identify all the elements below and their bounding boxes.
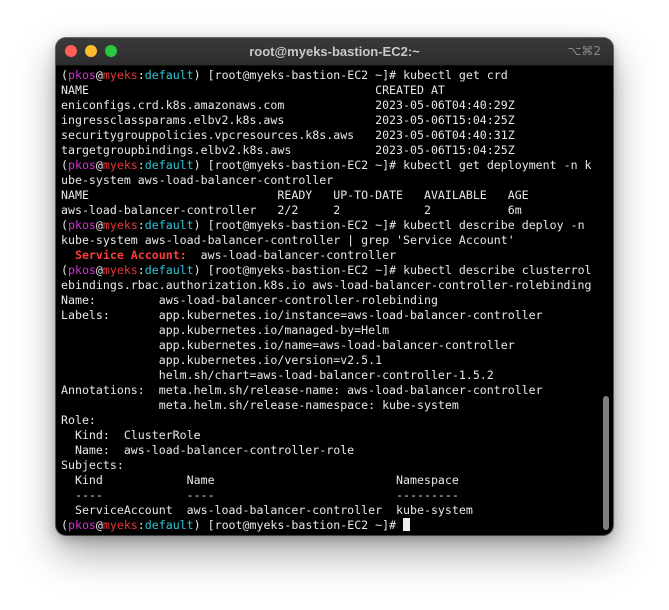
prompt-namespace: default: [144, 68, 194, 82]
output-line: ServiceAccount aws-load-balancer-control…: [61, 503, 473, 517]
title-bar[interactable]: root@myeks-bastion-EC2:~ ⌥⌘2: [56, 38, 613, 66]
output-line: eniconfigs.crd.k8s.amazonaws.com 2023-05…: [61, 98, 515, 112]
prompt-colon: :: [137, 263, 145, 277]
prompt-open: (: [61, 263, 68, 277]
output-line: NAME READY UP-TO-DATE AVAILABLE AGE: [61, 188, 529, 202]
prompt-open: (: [61, 158, 68, 172]
command-text: kubectl get deployment -n k: [403, 158, 592, 172]
prompt-rest: ) [root@myeks-bastion-EC2 ~]#: [193, 158, 404, 172]
scrollbar[interactable]: [603, 396, 609, 530]
prompt-host: myeks: [102, 158, 138, 172]
output-line: NAME CREATED AT: [61, 83, 445, 97]
prompt-host: myeks: [102, 218, 138, 232]
output-line: Annotations: meta.helm.sh/release-name: …: [61, 383, 543, 397]
prompt-user: pkos: [67, 518, 96, 532]
prompt-colon: :: [137, 218, 145, 232]
prompt-rest: ) [root@myeks-bastion-EC2 ~]#: [193, 218, 404, 232]
command-text: kubectl describe clusterrol: [403, 263, 592, 277]
prompt-namespace: default: [144, 263, 194, 277]
prompt-open: (: [61, 68, 68, 82]
prompt-colon: :: [137, 518, 145, 532]
prompt-line: (pkos@myeks:default) [root@myeks-bastion…: [61, 158, 601, 173]
prompt-at: @: [95, 158, 103, 172]
output-line: Subjects:: [61, 458, 124, 472]
output-line: securitygrouppolicies.vpcresources.k8s.a…: [61, 128, 515, 142]
output-line: Labels: app.kubernetes.io/instance=aws-l…: [61, 308, 543, 322]
output-line: ube-system aws-load-balancer-controller: [61, 173, 334, 187]
output-line: app.kubernetes.io/version=v2.5.1: [61, 353, 383, 367]
prompt-colon: :: [137, 68, 145, 82]
prompt-rest: ) [root@myeks-bastion-EC2 ~]#: [193, 68, 404, 82]
terminal-window: root@myeks-bastion-EC2:~ ⌥⌘2 (pkos@myeks…: [56, 38, 613, 535]
output-line: app.kubernetes.io/managed-by=Helm: [61, 323, 390, 337]
output-line: ---- ---- ---------: [61, 488, 459, 502]
prompt-open: (: [61, 518, 68, 532]
prompt-user: pkos: [67, 263, 96, 277]
prompt-at: @: [95, 68, 103, 82]
window-title: root@myeks-bastion-EC2:~: [249, 44, 420, 59]
prompt-rest: ) [root@myeks-bastion-EC2 ~]#: [193, 518, 404, 532]
prompt-rest: ) [root@myeks-bastion-EC2 ~]#: [193, 263, 404, 277]
output-line: ebindings.rbac.authorization.k8s.io aws-…: [61, 278, 592, 292]
output-line: Role:: [61, 413, 96, 427]
prompt-user: pkos: [67, 158, 96, 172]
prompt-at: @: [95, 518, 103, 532]
service-account-label: Service Account:: [74, 248, 187, 262]
service-account-value: aws-load-balancer-controller: [186, 248, 397, 262]
prompt-line: (pkos@myeks:default) [root@myeks-bastion…: [61, 518, 601, 533]
terminal-output[interactable]: (pkos@myeks:default) [root@myeks-bastion…: [61, 68, 601, 535]
prompt-line: (pkos@myeks:default) [root@myeks-bastion…: [61, 68, 601, 83]
prompt-open: (: [61, 218, 68, 232]
command-text: kubectl describe deploy -n: [403, 218, 585, 232]
prompt-host: myeks: [102, 263, 138, 277]
prompt-line: (pkos@myeks:default) [root@myeks-bastion…: [61, 218, 601, 233]
output-line: kube-system aws-load-balancer-controller…: [61, 233, 515, 247]
prompt-line: (pkos@myeks:default) [root@myeks-bastion…: [61, 263, 601, 278]
output-line: aws-load-balancer-controller 2/2 2 2 6m: [61, 203, 522, 217]
output-line: Name: aws-load-balancer-controller-roleb…: [61, 293, 438, 307]
prompt-colon: :: [137, 158, 145, 172]
output-line: Kind: ClusterRole: [61, 428, 201, 442]
prompt-namespace: default: [144, 518, 194, 532]
prompt-user: pkos: [67, 218, 96, 232]
prompt-host: myeks: [102, 68, 138, 82]
command-text: kubectl get crd: [403, 68, 508, 82]
output-line: helm.sh/chart=aws-load-balancer-controll…: [61, 368, 494, 382]
output-line: Kind Name Namespace: [61, 473, 459, 487]
prompt-namespace: default: [144, 158, 194, 172]
output-line: ingressclassparams.elbv2.k8s.aws 2023-05…: [61, 113, 515, 127]
prompt-host: myeks: [102, 518, 138, 532]
prompt-user: pkos: [67, 68, 96, 82]
output-line: app.kubernetes.io/name=aws-load-balancer…: [61, 338, 515, 352]
text-cursor: [403, 518, 411, 531]
prompt-at: @: [95, 263, 103, 277]
grep-match-line: Service Account: aws-load-balancer-contr…: [61, 248, 601, 263]
output-line: targetgroupbindings.elbv2.k8s.aws 2023-0…: [61, 143, 515, 157]
output-line: meta.helm.sh/release-namespace: kube-sys…: [61, 398, 459, 412]
prompt-at: @: [95, 218, 103, 232]
tab-shortcut-label: ⌥⌘2: [567, 44, 601, 58]
prompt-namespace: default: [144, 218, 194, 232]
output-line: Name: aws-load-balancer-controller-role: [61, 443, 355, 457]
